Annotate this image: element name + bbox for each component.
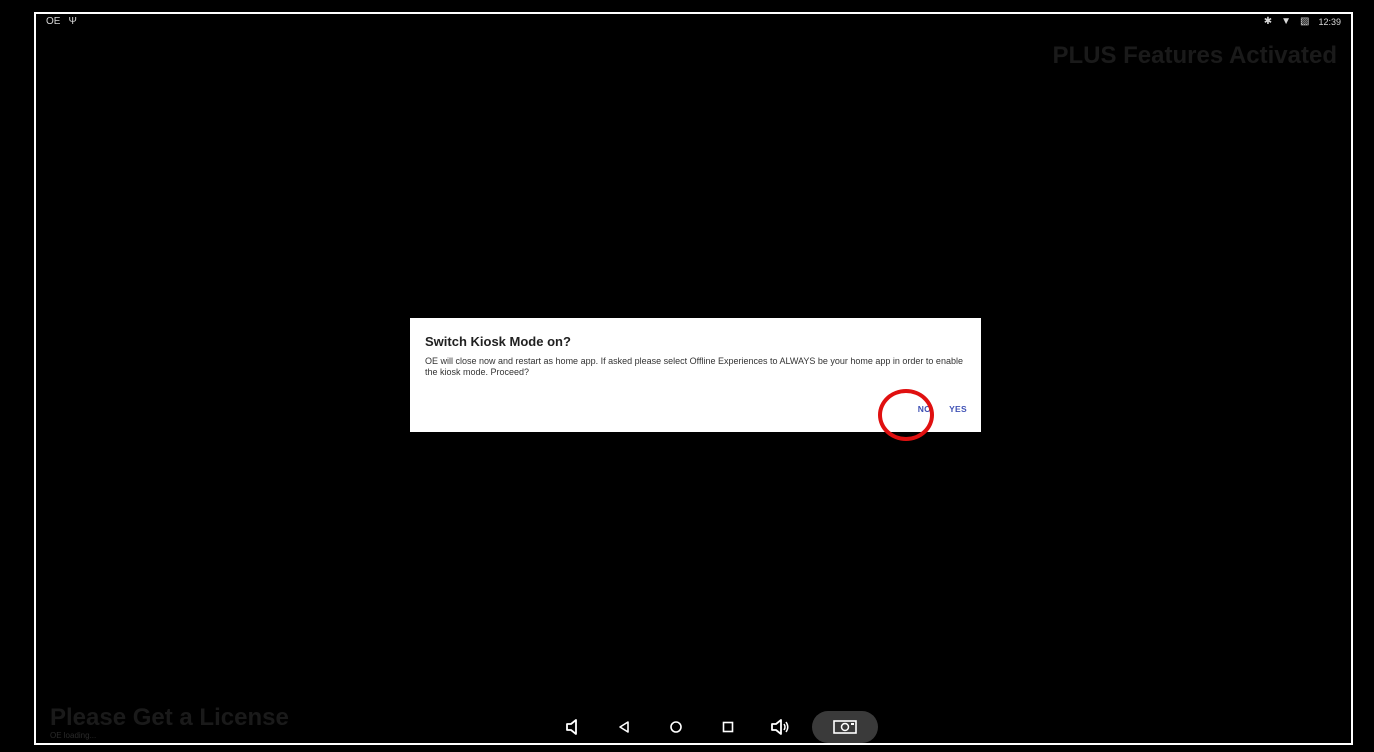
usb-icon: Ψ bbox=[68, 16, 77, 27]
yes-button[interactable]: YES bbox=[949, 404, 967, 414]
license-prompt: Please Get a License bbox=[50, 704, 289, 731]
device-screen: OE Ψ ✱ ▼ ▧ 12:39 PLUS Features Activated… bbox=[34, 12, 1353, 745]
wifi-icon: ▼ bbox=[1281, 16, 1292, 27]
no-button[interactable]: NO bbox=[918, 404, 931, 414]
navigation-bar bbox=[546, 709, 878, 743]
kiosk-mode-dialog: Switch Kiosk Mode on? OE will close now … bbox=[410, 318, 981, 432]
recents-icon[interactable] bbox=[702, 712, 754, 742]
home-icon[interactable] bbox=[650, 712, 702, 742]
volume-up-icon[interactable] bbox=[754, 712, 806, 742]
dialog-actions: NO YES bbox=[918, 404, 967, 414]
clock: 12:39 bbox=[1318, 17, 1341, 27]
volume-down-icon[interactable] bbox=[546, 712, 598, 742]
status-right: ✱ ▼ ▧ 12:39 bbox=[1264, 16, 1341, 28]
dialog-title: Switch Kiosk Mode on? bbox=[425, 334, 571, 349]
bluetooth-icon: ✱ bbox=[1263, 16, 1273, 27]
back-icon[interactable] bbox=[598, 712, 650, 742]
no-sim-icon: ▧ bbox=[1300, 16, 1310, 27]
screenshot-icon[interactable] bbox=[812, 711, 878, 743]
status-bar: OE Ψ ✱ ▼ ▧ 12:39 bbox=[36, 14, 1351, 30]
oe-app-icon: OE bbox=[46, 16, 61, 27]
plus-features-banner: PLUS Features Activated bbox=[1052, 42, 1337, 69]
dialog-message: OE will close now and restart as home ap… bbox=[425, 356, 963, 377]
status-left: OE Ψ bbox=[46, 16, 77, 28]
loading-status: OE loading... bbox=[50, 731, 97, 740]
